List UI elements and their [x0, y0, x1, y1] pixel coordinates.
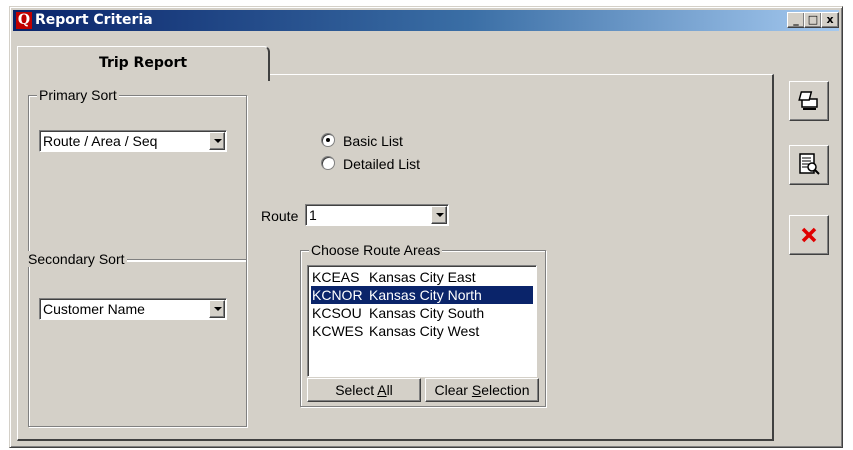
close-x-icon: [801, 227, 817, 243]
app-icon: Q: [16, 12, 32, 29]
preview-icon: [799, 153, 820, 175]
clear-selection-prefix: Clear: [434, 382, 472, 398]
area-name: Kansas City East: [369, 269, 476, 285]
tab-panel: Primary Sort Route / Area / Seq Secondar…: [17, 74, 774, 441]
tab-label: Trip Report: [98, 55, 188, 71]
area-code: KCWES: [312, 323, 364, 339]
primary-sort-legend: Primary Sort: [37, 87, 119, 103]
preview-button[interactable]: [789, 145, 829, 185]
select-all-prefix: Select: [335, 382, 378, 398]
basic-list-label: Basic List: [343, 133, 403, 149]
route-value: 1: [309, 207, 317, 223]
basic-list-radio[interactable]: Basic List: [321, 133, 403, 149]
printer-icon: [798, 91, 818, 110]
select-all-button[interactable]: Select All: [307, 378, 421, 402]
route-areas-legend: Choose Route Areas: [309, 242, 443, 258]
select-all-accelerator: A: [377, 382, 387, 398]
area-name: Kansas City West: [369, 323, 480, 339]
tab-trip-report[interactable]: Trip Report: [17, 46, 270, 81]
primary-sort-value: Route / Area / Seq: [43, 133, 158, 149]
area-name: Kansas City South: [369, 305, 485, 321]
secondary-sort-legend: Secondary Sort: [26, 251, 127, 267]
detailed-list-radio[interactable]: Detailed List: [321, 156, 420, 172]
list-item[interactable]: KCWES Kansas City West: [311, 322, 533, 340]
route-dropdown[interactable]: 1: [305, 204, 449, 226]
area-code: KCNOR: [312, 287, 363, 303]
chevron-down-icon[interactable]: [209, 132, 225, 150]
cancel-button[interactable]: [789, 215, 829, 255]
list-item-selected[interactable]: KCNOR Kansas City North: [311, 286, 533, 304]
window-title: Report Criteria: [35, 12, 153, 28]
close-button[interactable]: x: [821, 12, 839, 28]
clear-selection-accelerator: S: [471, 382, 482, 398]
detailed-list-label: Detailed List: [343, 156, 421, 172]
print-button[interactable]: [789, 81, 829, 121]
clear-selection-button[interactable]: Clear Selection: [425, 378, 539, 402]
route-label: Route: [261, 208, 299, 224]
route-areas-list[interactable]: KCEAS Kansas City East KCNOR Kansas City N…: [307, 265, 537, 377]
chevron-down-icon[interactable]: [431, 206, 447, 224]
clear-selection-suffix: election: [481, 382, 530, 398]
area-code: KCSOU: [312, 305, 362, 321]
secondary-sort-group: Secondary Sort Customer Name: [26, 251, 247, 427]
secondary-sort-value: Customer Name: [43, 301, 145, 317]
title-bar[interactable]: Q Report Criteria _ □ x: [13, 10, 839, 31]
area-name: Kansas City North: [369, 287, 482, 303]
secondary-sort-dropdown[interactable]: Customer Name: [39, 298, 227, 320]
minimize-button[interactable]: _: [787, 12, 805, 28]
list-item[interactable]: KCEAS Kansas City East: [311, 268, 533, 286]
list-item[interactable]: KCSOU Kansas City South: [311, 304, 533, 322]
route-areas-group: Choose Route Areas KCEAS Kansas City East…: [300, 242, 546, 407]
select-all-suffix: ll: [386, 382, 393, 398]
primary-sort-dropdown[interactable]: Route / Area / Seq: [39, 130, 227, 152]
radio-selected-icon: [321, 133, 335, 147]
maximize-button[interactable]: □: [804, 12, 822, 28]
report-criteria-window: Q Report Criteria _ □ x Trip Report Prim…: [9, 6, 843, 448]
chevron-down-icon[interactable]: [209, 300, 225, 318]
primary-sort-group: Primary Sort Route / Area / Seq: [28, 87, 247, 261]
area-code: KCEAS: [312, 269, 360, 285]
radio-unselected-icon: [321, 156, 335, 170]
